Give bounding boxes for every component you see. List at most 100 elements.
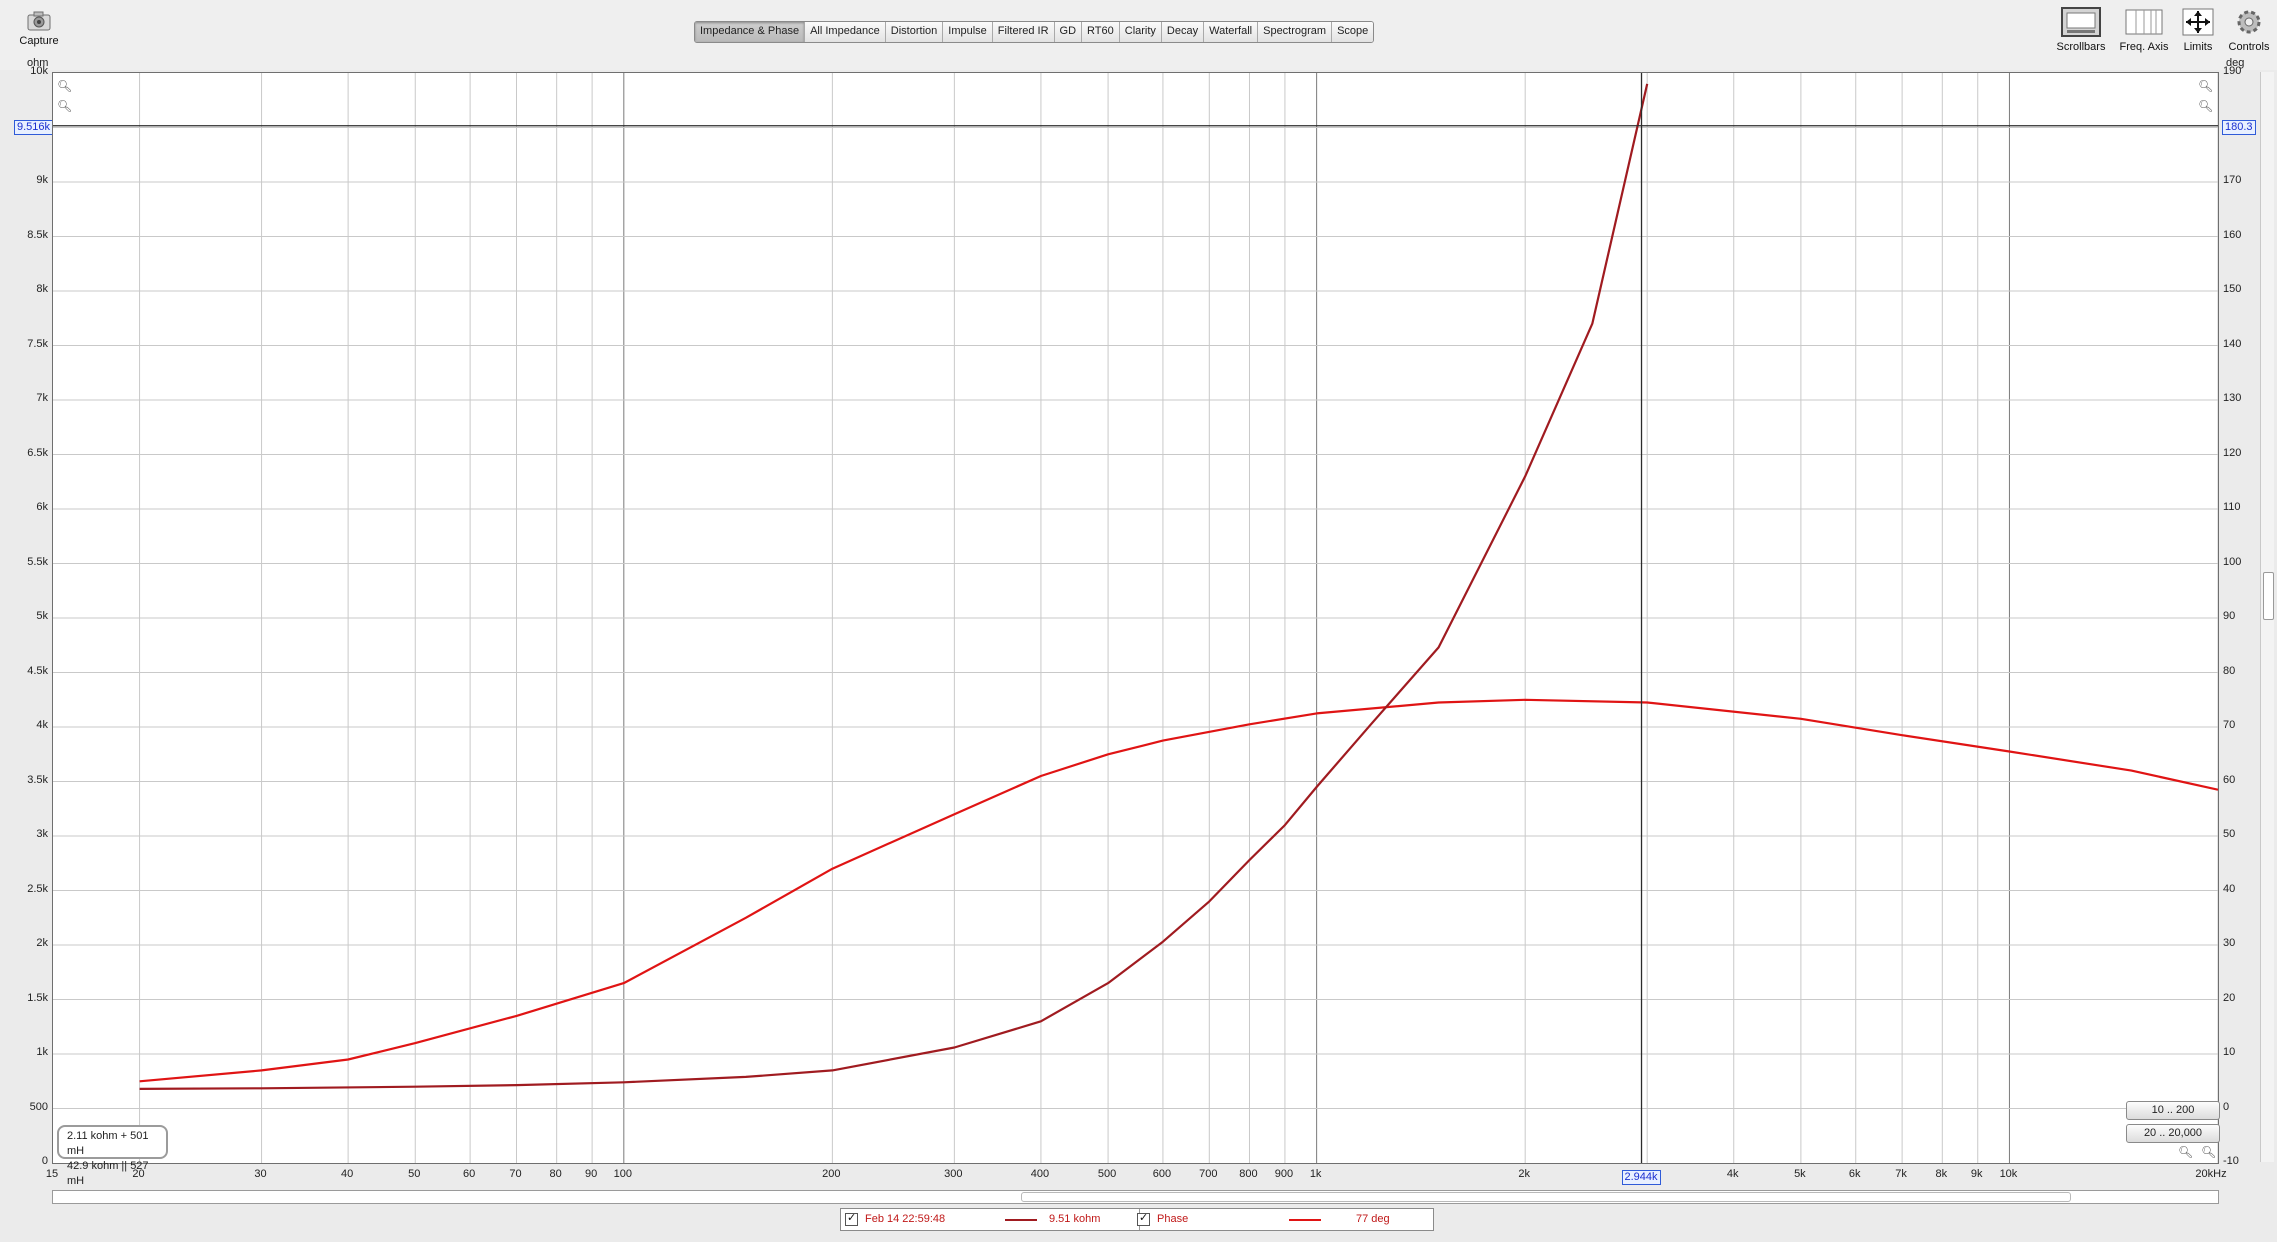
- tab-distortion[interactable]: Distortion: [885, 22, 944, 42]
- right-tick-label: 150: [2223, 283, 2242, 295]
- horizontal-scroll-thumb[interactable]: [1021, 1192, 2071, 1202]
- horizontal-scrollbar[interactable]: [52, 1190, 2219, 1204]
- freq-axis-icon: [2125, 9, 2163, 35]
- right-tick-label: 130: [2223, 392, 2242, 404]
- left-tick-label: 8.5k: [27, 228, 48, 241]
- left-tick-label: 5.5k: [27, 555, 48, 568]
- right-tick-label: 90: [2223, 610, 2236, 622]
- left-tick-label: 8k: [36, 283, 48, 295]
- left-tick-label: 4.5k: [27, 664, 48, 677]
- tab-all-impedance[interactable]: All Impedance: [805, 22, 886, 42]
- x-tick-label: 500: [1097, 1168, 1117, 1180]
- left-tick-label: 4k: [36, 719, 48, 731]
- freq-axis-button[interactable]: Freq. Axis: [2115, 6, 2173, 53]
- camera-icon: [27, 11, 51, 31]
- impedance-trace: [139, 83, 1649, 1090]
- tab-impedance-phase[interactable]: Impedance & Phase: [695, 22, 806, 42]
- range-10-200-button[interactable]: 10 .. 200: [2126, 1101, 2220, 1120]
- x-tick-label: 20kHz: [2195, 1168, 2227, 1180]
- left-tick-label: 0: [41, 1155, 48, 1167]
- right-tick-label: 60: [2223, 773, 2236, 786]
- x-tick-label: 8k: [1935, 1168, 1948, 1180]
- right-tick-label: -10: [2223, 1155, 2239, 1167]
- tab-clarity[interactable]: Clarity: [1119, 22, 1162, 42]
- x-tick-label: 400: [1030, 1168, 1050, 1180]
- chart-svg: [53, 73, 2219, 1163]
- right-tick-label: 170: [2223, 174, 2242, 186]
- left-tick-label: 1k: [36, 1046, 48, 1058]
- left-tick-label: 500: [29, 1100, 48, 1113]
- tab-decay[interactable]: Decay: [1161, 22, 1205, 42]
- cursor-right-readout: 180.3: [2222, 120, 2256, 135]
- x-tick-label: 90: [584, 1168, 598, 1180]
- left-tick-label: 7k: [36, 392, 48, 404]
- x-zoom-in-icon[interactable]: 🔍︎: [2178, 1145, 2193, 1159]
- left-tick-label: 3.5k: [27, 773, 48, 786]
- right-tick-label: 160: [2223, 228, 2242, 241]
- right-tick-label: 100: [2223, 555, 2242, 568]
- x-tick-label: 4k: [1726, 1168, 1739, 1180]
- x-tick-label: 800: [1239, 1168, 1258, 1180]
- left-tick-label: 3k: [36, 828, 48, 840]
- x-zoom-out-icon[interactable]: 🔍︎: [2201, 1145, 2216, 1159]
- right-zoom-in-icon[interactable]: 🔍︎: [2198, 79, 2213, 93]
- phase-swatch: [1289, 1219, 1321, 1221]
- plot-area[interactable]: 🔍︎ 🔍︎ 🔍︎ 🔍︎ 🔍︎ 🔍︎: [52, 72, 2219, 1164]
- tab-rt60[interactable]: RT60: [1082, 22, 1120, 42]
- x-tick-label: 7k: [1895, 1168, 1907, 1180]
- controls-button[interactable]: Controls: [2226, 6, 2272, 53]
- vertical-scroll-thumb[interactable]: [2263, 572, 2274, 620]
- x-tick-label: 80: [549, 1168, 562, 1180]
- right-tick-label: 140: [2223, 337, 2242, 350]
- impedance-swatch: [1005, 1219, 1037, 1221]
- left-tick-label: 5k: [36, 610, 48, 622]
- tab-filtered-ir[interactable]: Filtered IR: [992, 22, 1055, 42]
- x-tick-label: 60: [462, 1168, 476, 1180]
- limits-arrows-icon: [2182, 8, 2214, 36]
- x-tick-label: 10k: [1999, 1168, 2018, 1180]
- scrollbars-button[interactable]: Scrollbars: [2055, 6, 2107, 53]
- zoom-in-icon[interactable]: 🔍︎: [57, 79, 72, 93]
- left-tick-label: 6.5k: [27, 446, 48, 459]
- legend-trace-name: Feb 14 22:59:48: [865, 1213, 946, 1225]
- x-tick-label: 1k: [1309, 1168, 1322, 1180]
- tab-spectrogram[interactable]: Spectrogram: [1258, 22, 1333, 42]
- tab-waterfall[interactable]: Waterfall: [1204, 22, 1259, 42]
- freq-axis-label: Freq. Axis: [2119, 41, 2169, 53]
- zoom-out-icon[interactable]: 🔍︎: [57, 99, 72, 113]
- x-tick-label: 700: [1199, 1168, 1218, 1180]
- right-tick-label: 80: [2223, 664, 2236, 677]
- tab-impulse[interactable]: Impulse: [943, 22, 993, 42]
- phase-visible-checkbox[interactable]: [1137, 1211, 1150, 1226]
- controls-label: Controls: [2228, 41, 2270, 53]
- right-zoom-out-icon[interactable]: 🔍︎: [2198, 99, 2213, 113]
- capture-button[interactable]: Capture: [14, 10, 64, 47]
- trace-visible-checkbox[interactable]: [845, 1211, 858, 1226]
- toolbar: Capture Impedance & Phase All Impedance Di…: [0, 0, 2277, 70]
- cursor-x-readout: 2.944k: [1621, 1170, 1661, 1185]
- limits-button[interactable]: Limits: [2178, 6, 2218, 53]
- right-tick-label: 190: [2223, 65, 2242, 77]
- tab-scope[interactable]: Scope: [1332, 22, 1374, 42]
- legend-bar: Feb 14 22:59:48 9.51 kohm Phase 77 deg: [840, 1208, 1434, 1231]
- x-tick-label: 40: [340, 1168, 354, 1180]
- tab-gd[interactable]: GD: [1054, 22, 1083, 42]
- capture-label: Capture: [19, 35, 59, 47]
- vertical-scrollbar[interactable]: [2260, 72, 2274, 1162]
- gear-icon: [2237, 10, 2261, 34]
- x-tick-label: 300: [944, 1168, 963, 1180]
- left-tick-label: 7.5k: [27, 337, 48, 350]
- right-tick-label: 110: [2223, 501, 2241, 513]
- right-tick-label: 50: [2223, 828, 2236, 840]
- tab-bar: Impedance & Phase All Impedance Distortion…: [694, 21, 1375, 43]
- right-tick-label: 40: [2223, 882, 2236, 895]
- model-parallel-line: 42.9 kohm || 527 mH: [67, 1160, 149, 1187]
- range-20-20000-button[interactable]: 20 .. 20,000: [2126, 1124, 2220, 1143]
- x-tick-label: 70: [509, 1168, 522, 1180]
- right-tick-label: 30: [2223, 937, 2236, 949]
- model-series-line: 2.11 kohm + 501 mH: [67, 1130, 149, 1157]
- x-tick-label: 5k: [1794, 1168, 1806, 1180]
- x-tick-label: 50: [408, 1168, 421, 1180]
- x-tick-label: 30: [254, 1168, 267, 1180]
- right-tick-label: 20: [2223, 991, 2236, 1004]
